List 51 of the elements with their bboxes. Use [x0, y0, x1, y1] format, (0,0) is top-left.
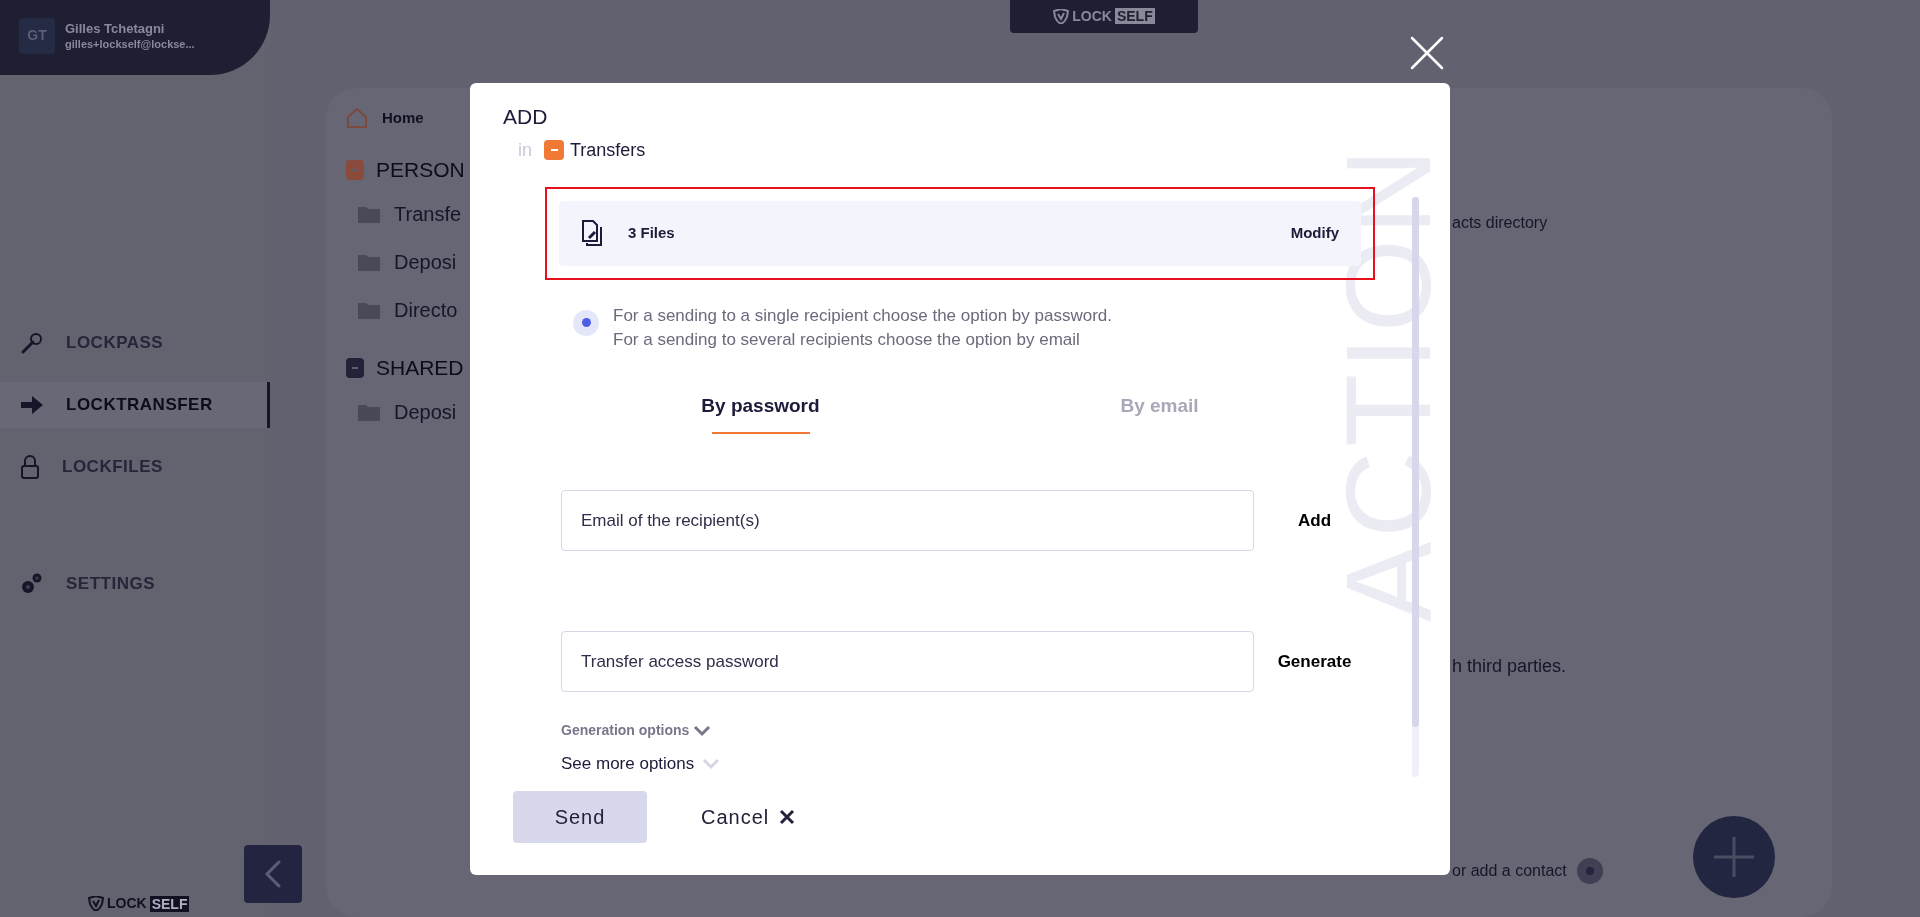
section-title[interactable]: SHARED: [376, 352, 464, 384]
dialog-title: ADD: [503, 104, 549, 130]
generation-options-toggle[interactable]: Generation options: [561, 720, 712, 741]
plus-icon: [1711, 834, 1756, 879]
shield-icon: [88, 896, 104, 911]
contact-hint: or add a contact: [1452, 860, 1567, 881]
close-icon: [779, 808, 796, 825]
folder-name[interactable]: Transfe: [394, 198, 462, 229]
lockself-logo: LOCK SELF: [1053, 6, 1155, 27]
gears-icon: [20, 572, 44, 596]
tab[interactable]: By password: [561, 391, 960, 434]
radio-button[interactable]: [573, 309, 599, 336]
info-text: h third parties.: [1452, 654, 1568, 678]
nav-item[interactable]: LOCKTRANSFER: [0, 382, 270, 428]
arrow-right-icon: [20, 395, 44, 415]
send-button[interactable]: Send: [513, 790, 647, 843]
user-email: gilles+lockself@lockse...: [65, 36, 195, 51]
text-field[interactable]: Transfer access password: [561, 631, 1254, 692]
folder-icon: [358, 252, 380, 271]
breadcrumb-home[interactable]: Home: [382, 106, 424, 130]
nav-item[interactable]: LOCKPASS: [0, 320, 270, 366]
documents-icon: [581, 219, 603, 247]
chevron-down-icon: [693, 724, 712, 737]
collapse-button[interactable]: [244, 845, 302, 903]
user-name: Gilles Tchetagni: [65, 20, 166, 37]
home-icon: [346, 107, 368, 128]
folder-badge-icon: [544, 140, 564, 160]
folder-name[interactable]: Deposi: [394, 246, 457, 277]
lock-icon: [20, 455, 40, 479]
chevron-down-icon: [702, 757, 721, 770]
folder-name[interactable]: Deposi: [394, 396, 457, 427]
nav-item[interactable]: SETTINGS: [0, 561, 270, 607]
notice-text: For a sending to a single recipient choose the option by password. For a sending to several recipients choose the option by email: [613, 304, 1112, 351]
folder-icon: [358, 300, 380, 319]
folder-icon: [358, 204, 380, 223]
cancel-button[interactable]: Cancel: [687, 801, 810, 832]
tab[interactable]: By email: [960, 391, 1359, 434]
chevron-left-icon: [264, 860, 282, 888]
nav-item[interactable]: LOCKFILES: [0, 444, 270, 490]
section-title[interactable]: PERSON: [376, 154, 465, 186]
files-count: 3 Files: [628, 222, 675, 243]
folder-name[interactable]: Directo: [394, 294, 458, 325]
folder-icon: [358, 402, 380, 421]
shield-icon: [1053, 9, 1070, 24]
info-text: acts directory: [1452, 212, 1549, 233]
text-field[interactable]: Email of the recipient(s): [561, 490, 1254, 551]
folder-name: Transfers: [570, 138, 646, 162]
close-icon: [1410, 36, 1444, 70]
more-options-toggle[interactable]: See more options: [561, 751, 721, 777]
close-button[interactable]: [1410, 36, 1444, 70]
field-action-button[interactable]: Generate: [1254, 648, 1375, 675]
